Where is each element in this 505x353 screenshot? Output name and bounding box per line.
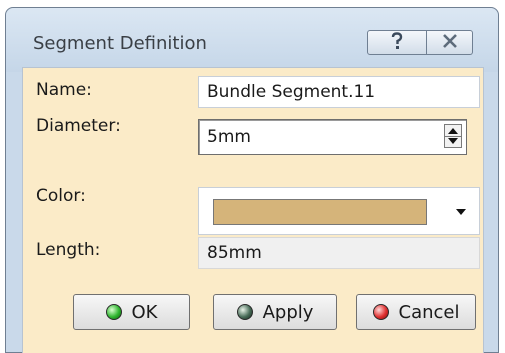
diameter-field[interactable]: 5mm: [198, 119, 467, 155]
dialog-title: Segment Definition: [33, 33, 207, 54]
spin-down-icon[interactable]: [448, 138, 458, 144]
color-label: Color:: [36, 186, 86, 206]
name-field[interactable]: Bundle Segment.11: [198, 76, 480, 108]
cancel-button[interactable]: Cancel: [356, 294, 476, 330]
diameter-value: 5mm: [207, 127, 251, 147]
dark-light-icon: [236, 304, 253, 320]
length-value: 85mm: [207, 243, 262, 263]
close-button[interactable]: [427, 30, 473, 55]
spin-divider: [445, 136, 461, 137]
help-icon: [390, 31, 404, 54]
color-swatch: [213, 199, 427, 225]
spin-up-icon[interactable]: [448, 128, 458, 134]
ok-button[interactable]: OK: [73, 294, 190, 330]
cancel-label: Cancel: [398, 301, 460, 323]
name-label: Name:: [36, 80, 92, 100]
diameter-label: Diameter:: [36, 116, 121, 136]
color-dropdown[interactable]: [198, 187, 480, 235]
apply-button[interactable]: Apply: [213, 294, 337, 330]
help-button[interactable]: [367, 30, 427, 55]
length-label: Length:: [36, 240, 101, 260]
diameter-spinner[interactable]: [444, 124, 462, 148]
green-light-icon: [105, 304, 122, 320]
close-icon: [442, 33, 458, 52]
length-field: 85mm: [198, 237, 480, 269]
apply-label: Apply: [262, 301, 314, 323]
chevron-down-icon[interactable]: [456, 209, 466, 215]
name-value: Bundle Segment.11: [207, 82, 376, 102]
dialog-body: Name: Bundle Segment.11 Diameter: 5mm Co…: [22, 67, 484, 353]
segment-definition-dialog: Segment Definition Name: Bundle Segment.…: [5, 7, 499, 353]
red-light-icon: [372, 304, 389, 320]
ok-label: OK: [131, 301, 158, 323]
title-bar[interactable]: Segment Definition: [6, 8, 498, 72]
